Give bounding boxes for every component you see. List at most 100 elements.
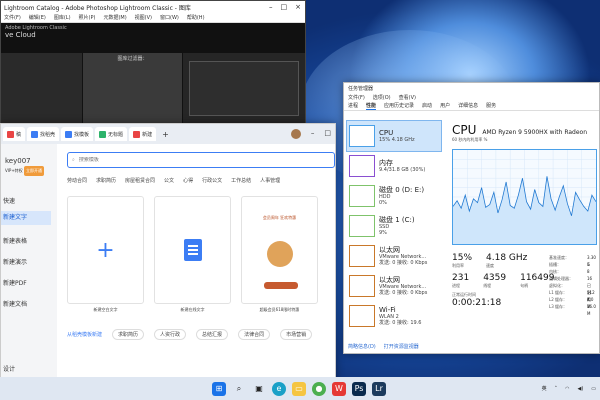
- maximize-icon[interactable]: □: [324, 129, 331, 139]
- ime-indicator[interactable]: 英: [542, 385, 547, 392]
- edge-icon[interactable]: e: [272, 381, 286, 396]
- search-icon[interactable]: ⌕: [232, 382, 246, 396]
- tab-users[interactable]: 用户: [440, 102, 450, 110]
- lightroom-titlebar[interactable]: Lightroom Catalog - Adobe Photoshop Ligh…: [1, 1, 305, 13]
- tab-services[interactable]: 服务: [486, 102, 496, 110]
- nav-design[interactable]: 设计: [1, 364, 15, 373]
- tab-processes[interactable]: 进程: [348, 102, 358, 110]
- category-item[interactable]: 工作总结: [231, 177, 251, 184]
- menu-item[interactable]: 视图(V): [135, 14, 152, 21]
- resource-ethernet2[interactable]: 以太网 VMware Network... 发送: 0 接收: 0 Kbps: [347, 271, 441, 301]
- tab-untitled[interactable]: 无标题: [95, 127, 128, 141]
- photoshop-icon[interactable]: Ps: [352, 381, 366, 396]
- vip-button[interactable]: 立即开通: [23, 166, 44, 176]
- templates-title[interactable]: 从稻壳模板新建: [67, 331, 102, 338]
- template-icon: [65, 130, 73, 138]
- preview-area[interactable]: [183, 53, 305, 129]
- resource-cpu[interactable]: CPU 15% 4.18 GHz: [346, 120, 442, 152]
- taskmgr-titlebar[interactable]: 任务管理器: [344, 83, 599, 94]
- resource-wifi[interactable]: Wi-Fi WLAN 2 发送: 0 接收: 19.6: [347, 301, 441, 331]
- category-item[interactable]: 心得: [183, 177, 193, 184]
- category-item[interactable]: 人事管理: [260, 177, 280, 184]
- template-chip[interactable]: 市场营销: [280, 329, 313, 340]
- spec-row: 插槽： 1: [549, 261, 590, 268]
- new-online-card[interactable]: 新建在线文字: [154, 196, 231, 313]
- template-search[interactable]: ⌕: [67, 152, 335, 168]
- filter-panel[interactable]: 图库过滤器：: [83, 53, 183, 129]
- menu-item[interactable]: 编辑(E): [29, 14, 46, 21]
- wifi-icon[interactable]: ◠: [565, 386, 569, 392]
- template-chip[interactable]: 总结汇报: [196, 329, 229, 340]
- nav-new-sheet[interactable]: 新建表格: [1, 236, 27, 245]
- resource-monitor-link[interactable]: 打开资源监视器: [384, 343, 419, 350]
- resource-sub: 发送: 0 接收: 0 Kbps: [379, 290, 428, 296]
- minimize-icon[interactable]: –: [269, 3, 273, 11]
- tab-app-history[interactable]: 应用历史记录: [384, 102, 414, 110]
- nav-quick[interactable]: 快速: [1, 196, 15, 205]
- menu-file[interactable]: 文件(F): [348, 94, 365, 102]
- wps-window[interactable]: 稿 找稻壳 找模板 无标题 新建 + – □ key007 VIP+特权 立即开…: [0, 123, 336, 400]
- promo-button[interactable]: [264, 282, 298, 289]
- category-item[interactable]: 求职简历: [96, 177, 116, 184]
- category-item[interactable]: 公文: [164, 177, 174, 184]
- explorer-icon[interactable]: ▭: [292, 381, 306, 396]
- cpu-model: AMD Ryzen 9 5900HX with Radeon: [482, 129, 588, 136]
- chevron-up-icon[interactable]: ˄: [555, 386, 558, 392]
- template-chip[interactable]: 人资行政: [154, 329, 187, 340]
- search-input[interactable]: [78, 157, 279, 163]
- resource-ethernet1[interactable]: 以太网 VMware Network... 发送: 0 接收: 0 Kbps: [347, 241, 441, 271]
- left-panel[interactable]: [1, 53, 83, 129]
- category-item[interactable]: 劳动合同: [67, 177, 87, 184]
- category-item[interactable]: 房屋租赁合同: [125, 177, 155, 184]
- new-icon: [133, 130, 141, 138]
- tab-label: 找稻壳: [40, 131, 56, 138]
- menu-item[interactable]: 帮助(H): [187, 14, 205, 21]
- photo-frame[interactable]: [189, 61, 299, 116]
- task-manager-window[interactable]: 任务管理器 文件(F) 选项(O) 查看(V) 进程 性能 应用历史记录 启动 …: [343, 82, 600, 354]
- menu-options[interactable]: 选项(O): [373, 94, 391, 102]
- template-chip[interactable]: 法律合同: [238, 329, 271, 340]
- maximize-icon[interactable]: □: [281, 3, 288, 11]
- chrome-icon[interactable]: ●: [312, 381, 326, 396]
- tab-details[interactable]: 详细信息: [458, 102, 478, 110]
- template-chip[interactable]: 求职简历: [112, 329, 145, 340]
- nav-new-text[interactable]: 新建文字: [1, 211, 51, 225]
- tab-performance[interactable]: 性能: [366, 102, 377, 110]
- nav-new-pdf[interactable]: 新建PDF: [1, 278, 27, 287]
- tab-doc[interactable]: 稿: [3, 127, 26, 141]
- nav-new-slides[interactable]: 新建演示: [1, 257, 27, 266]
- new-blank-card[interactable]: + 新建空白文字: [67, 196, 144, 313]
- taskview-icon[interactable]: ▣: [252, 382, 266, 396]
- wps-icon[interactable]: W: [332, 381, 346, 396]
- tab-new[interactable]: 新建: [129, 127, 157, 141]
- battery-icon[interactable]: ▭: [591, 386, 596, 392]
- minimize-icon[interactable]: –: [311, 129, 315, 139]
- resource-sub: 0%: [379, 200, 387, 206]
- brand-text: Adobe Lightroom Classic: [5, 25, 67, 31]
- promo-card[interactable]: 会员周年 狂欢特惠 超级会员618限时特惠: [241, 196, 318, 313]
- fewer-details-link[interactable]: 简略信息(D): [348, 343, 376, 350]
- nav-new-doc[interactable]: 新建文档: [1, 299, 27, 308]
- resource-disk0[interactable]: 磁盘 0 (D: E:) HDD 0%: [347, 181, 441, 211]
- tab-templates[interactable]: 找模板: [61, 127, 94, 141]
- category-item[interactable]: 行政公文: [202, 177, 222, 184]
- menu-item[interactable]: 图库(L): [54, 14, 71, 21]
- close-icon[interactable]: ×: [295, 3, 301, 11]
- tab-docer[interactable]: 找稻壳: [27, 127, 60, 141]
- menu-item[interactable]: 元数据(M): [103, 14, 126, 21]
- lightroom-icon[interactable]: Lr: [372, 381, 386, 396]
- avatar[interactable]: [290, 129, 301, 139]
- resource-memory[interactable]: 内存 9.4/31.8 GB (30%): [347, 151, 441, 181]
- add-tab-button[interactable]: +: [158, 130, 173, 139]
- lightroom-window[interactable]: Lightroom Catalog - Adobe Photoshop Ligh…: [0, 0, 306, 130]
- tab-startup[interactable]: 启动: [422, 102, 432, 110]
- menu-item[interactable]: 文件(F): [4, 14, 21, 21]
- volume-icon[interactable]: ◀): [577, 386, 583, 392]
- menu-item[interactable]: 照片(P): [79, 14, 96, 21]
- menu-item[interactable]: 窗口(W): [160, 14, 179, 21]
- start-icon[interactable]: ⊞: [212, 381, 226, 396]
- menu-view[interactable]: 查看(V): [399, 94, 416, 102]
- resource-disk1[interactable]: 磁盘 1 (C:) SSD 9%: [347, 211, 441, 241]
- username[interactable]: key007: [5, 156, 57, 166]
- wps-tabbar: 稿 找稻壳 找模板 无标题 新建 + – □: [1, 124, 335, 144]
